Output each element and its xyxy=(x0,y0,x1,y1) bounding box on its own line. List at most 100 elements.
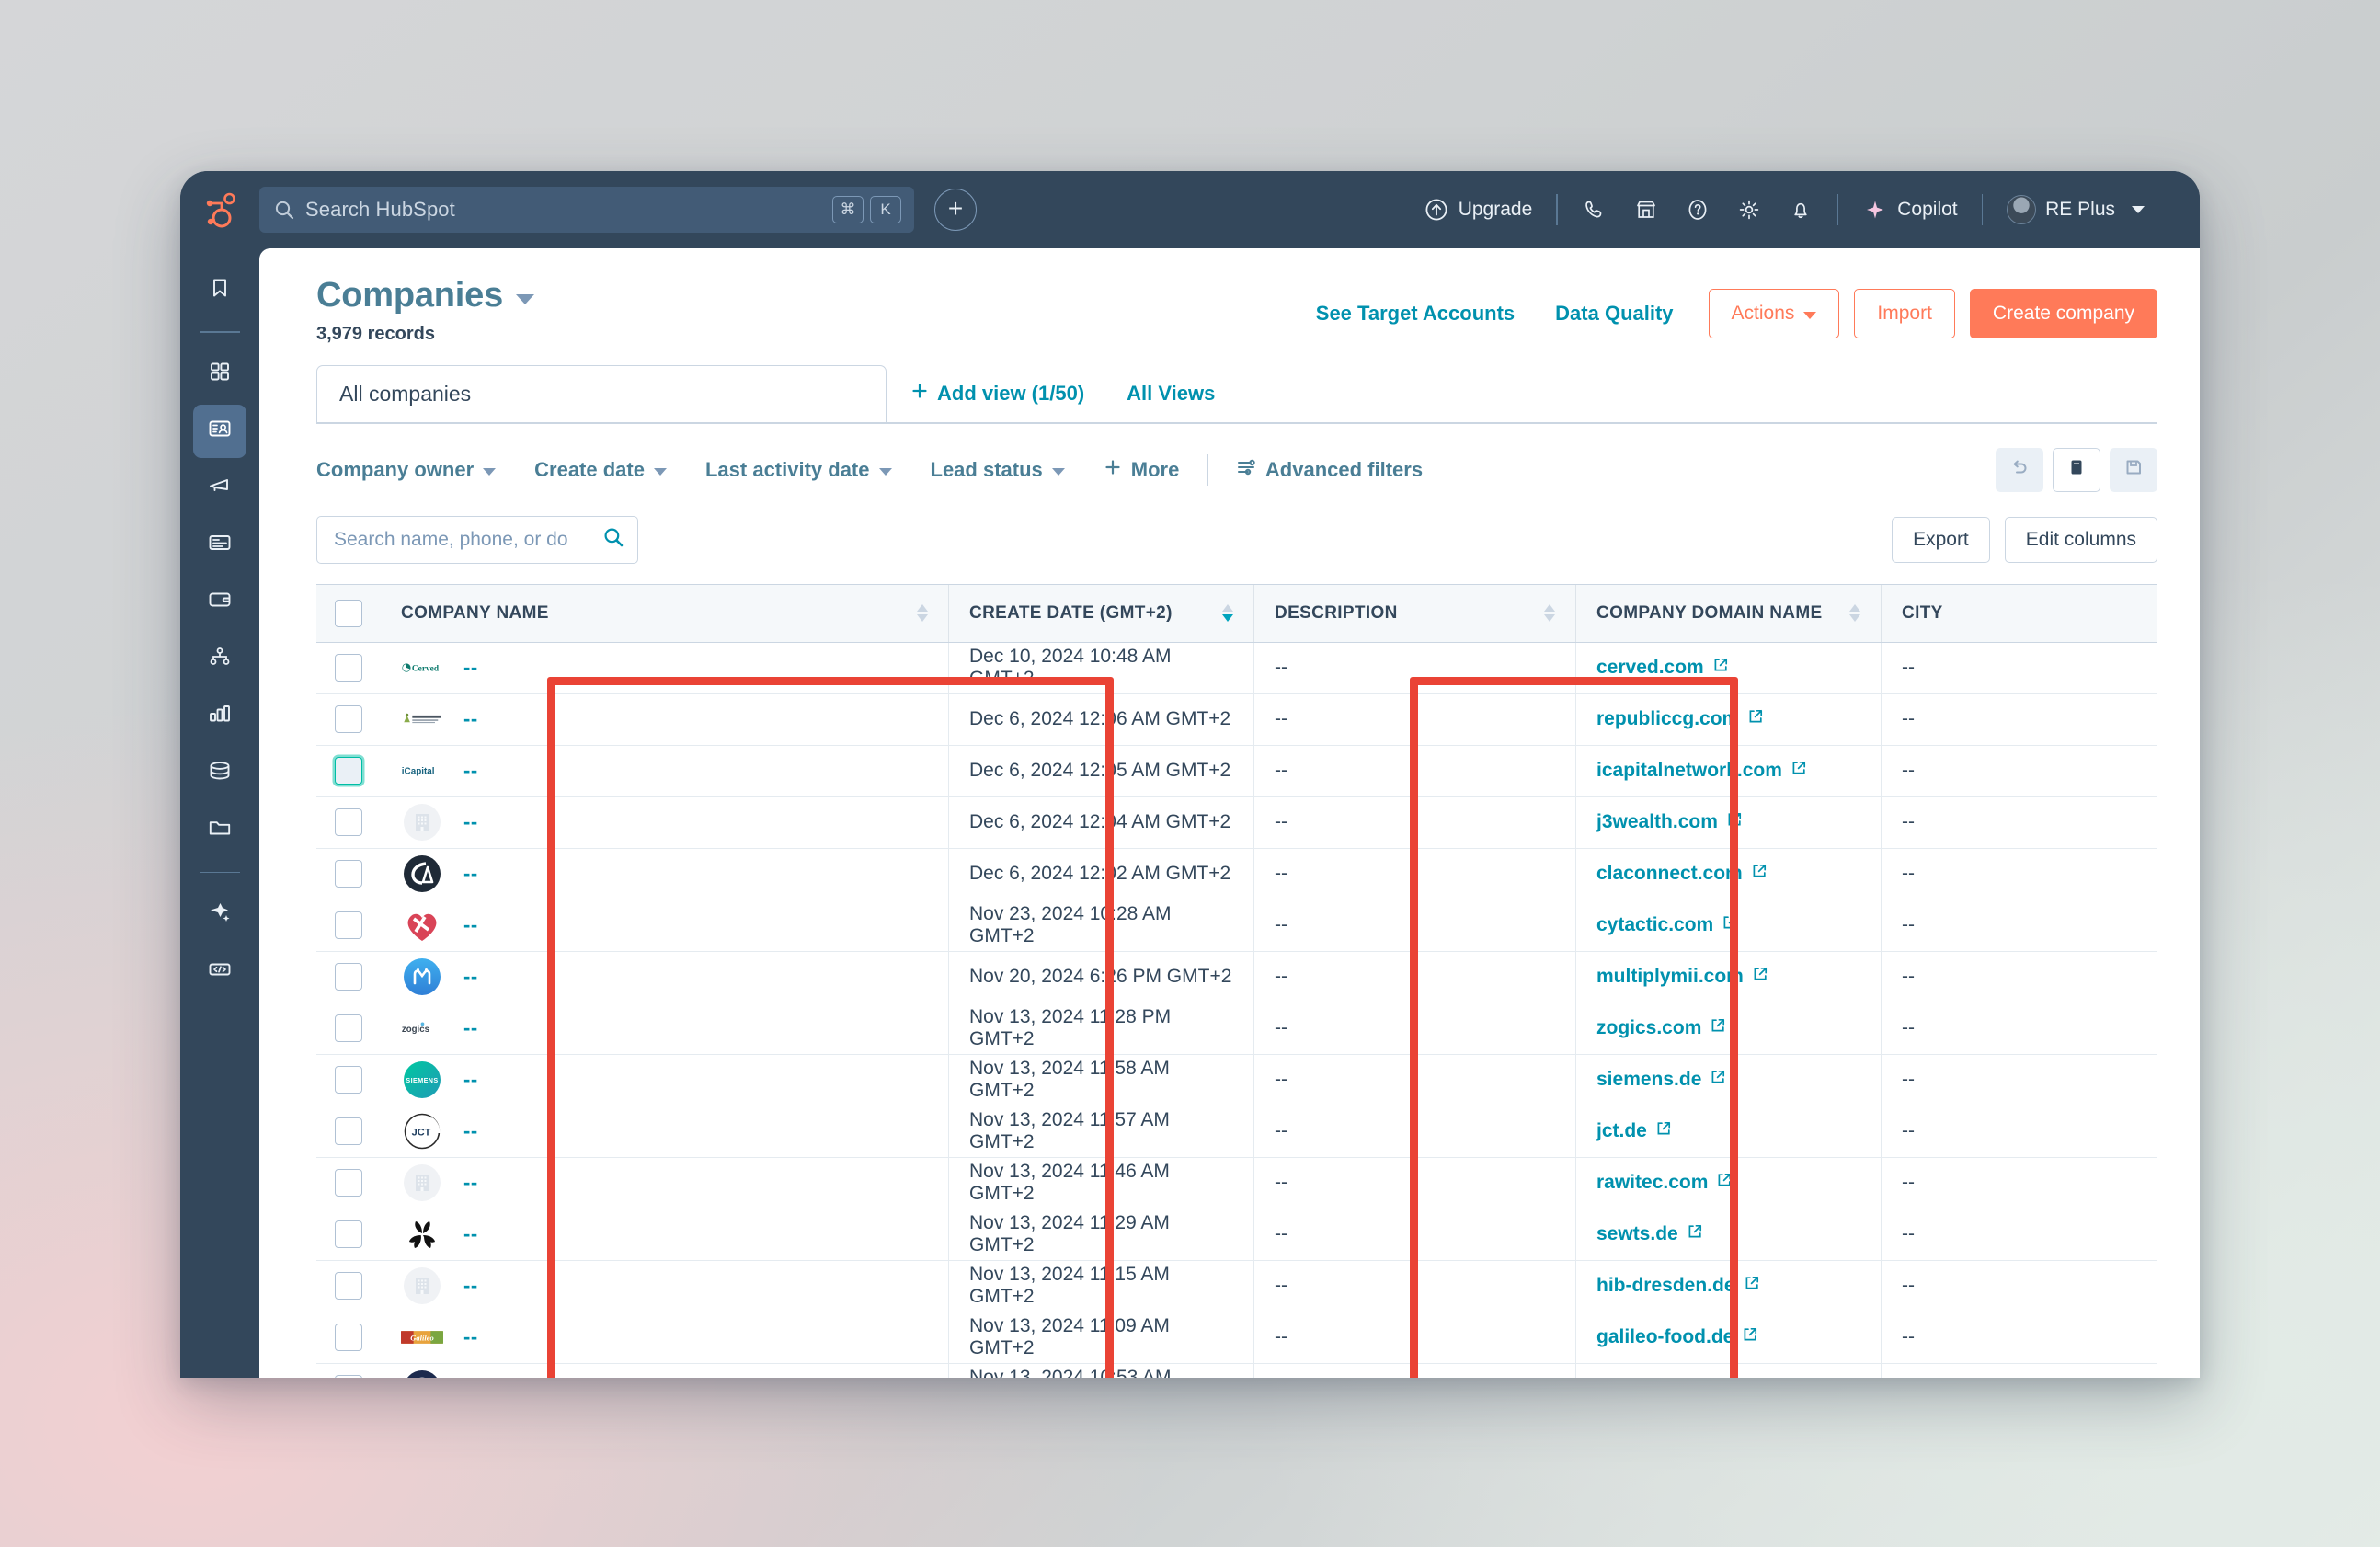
company-name-value[interactable]: -- xyxy=(463,1016,478,1040)
calling-button[interactable] xyxy=(1569,189,1620,231)
company-name-value[interactable]: -- xyxy=(463,965,478,989)
chevron-down-icon[interactable] xyxy=(516,294,535,304)
row-checkbox-cell[interactable] xyxy=(316,643,381,693)
domain-link[interactable]: siemens.de xyxy=(1596,1069,1726,1091)
cell-company-domain-name[interactable]: galileo-food.de xyxy=(1576,1312,1882,1363)
cell-company-name[interactable]: -- xyxy=(381,848,949,900)
column-header-company-name[interactable]: COMPANY NAME xyxy=(381,584,949,642)
more-filters-button[interactable]: More xyxy=(1104,458,1207,482)
notifications-button[interactable] xyxy=(1775,189,1826,231)
column-header-city[interactable]: CITY xyxy=(1882,585,2157,642)
copilot-button[interactable]: Copilot xyxy=(1849,189,1970,231)
settings-button[interactable] xyxy=(1723,189,1775,231)
import-button[interactable]: Import xyxy=(1854,289,1955,338)
table-row[interactable]: SIEMENS -- Nov 13, 2024 11:58 AM GMT+2 -… xyxy=(316,1054,2157,1106)
table-row[interactable]: iCapital -- Dec 6, 2024 12:05 AM GMT+2 -… xyxy=(316,745,2157,797)
cell-company-name[interactable]: SIEMENS -- xyxy=(381,1054,949,1106)
sidebar-item-workspaces[interactable] xyxy=(193,348,246,401)
company-name-value[interactable]: -- xyxy=(463,1274,478,1298)
export-button[interactable]: Export xyxy=(1892,516,1990,563)
create-company-button[interactable]: Create company xyxy=(1969,289,2157,338)
clone-view-button[interactable] xyxy=(2053,447,2100,492)
cell-company-domain-name[interactable]: siemens.de xyxy=(1576,1054,1882,1106)
row-checkbox-cell[interactable] xyxy=(316,1158,381,1209)
sidebar-item-marketing[interactable] xyxy=(193,462,246,515)
all-views-button[interactable]: All Views xyxy=(1103,382,1233,422)
marketplace-button[interactable] xyxy=(1620,189,1672,231)
upgrade-button[interactable]: Upgrade xyxy=(1411,189,1546,231)
checkbox[interactable] xyxy=(335,1117,362,1146)
page-title-row[interactable]: Companies xyxy=(316,276,535,315)
checkbox[interactable] xyxy=(335,757,362,785)
row-checkbox-cell[interactable] xyxy=(316,900,381,951)
checkbox[interactable] xyxy=(335,1169,362,1197)
cell-company-name[interactable]: SEMPERIT -- xyxy=(381,1363,949,1378)
sort-icon[interactable] xyxy=(1849,604,1860,623)
quick-create-button[interactable]: + xyxy=(934,189,977,231)
hubspot-logo-icon[interactable] xyxy=(180,190,259,229)
cell-company-name[interactable]: iCapital -- xyxy=(381,745,949,796)
checkbox[interactable] xyxy=(335,599,362,627)
sidebar-item-crm[interactable] xyxy=(193,404,246,458)
domain-link[interactable]: zogics.com xyxy=(1596,1017,1726,1039)
row-checkbox-cell[interactable] xyxy=(316,746,381,796)
cell-company-domain-name[interactable]: cerved.com xyxy=(1576,642,1882,693)
domain-link[interactable]: jct.de xyxy=(1596,1120,1672,1142)
sort-icon[interactable] xyxy=(917,604,928,623)
sidebar-item-bookmark[interactable] xyxy=(193,263,246,316)
tab-all-companies[interactable]: All companies xyxy=(316,365,887,422)
table-row[interactable]: Cerved -- Dec 10, 2024 10:48 AM GMT+2 --… xyxy=(316,642,2157,694)
cell-company-domain-name[interactable]: hib-dresden.de xyxy=(1576,1260,1882,1312)
domain-link[interactable]: republiccg.com xyxy=(1596,708,1764,730)
actions-button[interactable]: Actions xyxy=(1708,289,1840,338)
domain-link[interactable]: sewts.de xyxy=(1596,1223,1703,1245)
checkbox[interactable] xyxy=(335,860,362,888)
sidebar-item-developer[interactable] xyxy=(193,945,246,998)
cell-company-domain-name[interactable]: zogics.com xyxy=(1576,1003,1882,1054)
domain-link[interactable]: rawitec.com xyxy=(1596,1172,1733,1194)
cell-company-domain-name[interactable]: cytactic.com xyxy=(1576,900,1882,951)
row-checkbox-cell[interactable] xyxy=(316,1106,381,1157)
row-checkbox-cell[interactable] xyxy=(316,952,381,1003)
filter-create-date[interactable]: Create date xyxy=(534,458,705,482)
checkbox[interactable] xyxy=(335,808,362,837)
table-row[interactable]: -- Dec 6, 2024 12:06 AM GMT+2 -- republi… xyxy=(316,693,2157,746)
column-header-description[interactable]: DESCRIPTION xyxy=(1254,584,1576,642)
table-row[interactable]: -- Dec 6, 2024 12:02 AM GMT+2 -- claconn… xyxy=(316,848,2157,900)
cell-company-name[interactable]: -- xyxy=(381,900,949,951)
cell-company-domain-name[interactable]: claconnect.com xyxy=(1576,848,1882,900)
table-row[interactable]: JCT -- Nov 13, 2024 11:57 AM GMT+2 -- jc… xyxy=(316,1106,2157,1158)
cell-company-domain-name[interactable]: icapitalnetwork.com xyxy=(1576,745,1882,796)
cell-company-name[interactable]: -- xyxy=(381,1260,949,1312)
cell-company-domain-name[interactable]: semperitgroup.com xyxy=(1576,1363,1882,1378)
cell-company-domain-name[interactable]: jct.de xyxy=(1576,1106,1882,1157)
table-row[interactable]: SEMPERIT -- Nov 13, 2024 10:53 AM GMT+2 … xyxy=(316,1363,2157,1378)
row-checkbox-cell[interactable] xyxy=(316,694,381,745)
row-checkbox-cell[interactable] xyxy=(316,1261,381,1312)
domain-link[interactable]: multiplymii.com xyxy=(1596,966,1768,988)
add-view-button[interactable]: Add view (1/50) xyxy=(887,382,1103,422)
cell-company-name[interactable]: -- xyxy=(381,1209,949,1260)
company-name-value[interactable]: -- xyxy=(463,1377,478,1378)
checkbox[interactable] xyxy=(335,1324,362,1352)
data-quality-link[interactable]: Data Quality xyxy=(1535,302,1693,326)
company-name-value[interactable]: -- xyxy=(463,810,478,834)
edit-columns-button[interactable]: Edit columns xyxy=(2004,516,2157,563)
sidebar-item-automation[interactable] xyxy=(193,633,246,686)
domain-link[interactable]: j3wealth.com xyxy=(1596,811,1743,833)
see-target-accounts-link[interactable]: See Target Accounts xyxy=(1296,302,1535,326)
sidebar-item-content[interactable] xyxy=(193,519,246,572)
sort-icon[interactable] xyxy=(1544,604,1555,623)
sidebar-item-commerce[interactable] xyxy=(193,576,246,629)
cell-company-domain-name[interactable]: j3wealth.com xyxy=(1576,796,1882,848)
sidebar-item-data-management[interactable] xyxy=(193,747,246,800)
company-name-value[interactable]: -- xyxy=(463,1068,478,1092)
filter-lead-status[interactable]: Lead status xyxy=(931,458,1104,482)
table-row[interactable]: zogics -- Nov 13, 2024 11:28 PM GMT+2 --… xyxy=(316,1003,2157,1055)
checkbox[interactable] xyxy=(335,1272,362,1301)
cell-company-name[interactable]: -- xyxy=(381,951,949,1003)
row-checkbox-cell[interactable] xyxy=(316,1209,381,1260)
column-header-company-domain-name[interactable]: COMPANY DOMAIN NAME xyxy=(1576,584,1882,642)
row-checkbox-cell[interactable] xyxy=(316,1312,381,1363)
checkbox[interactable] xyxy=(335,705,362,734)
